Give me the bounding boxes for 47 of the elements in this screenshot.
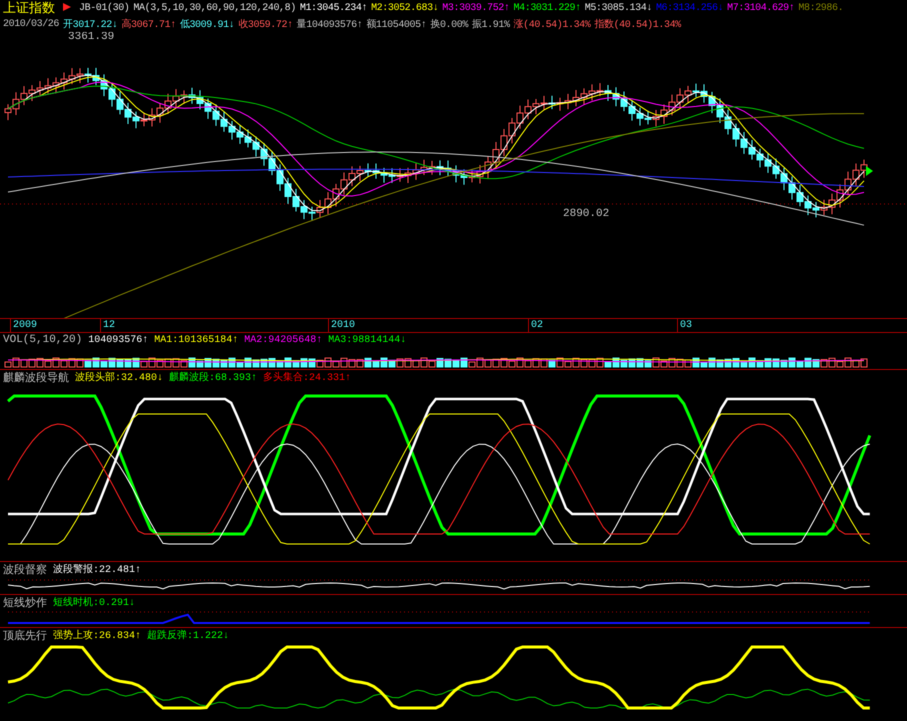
indicator-title: 波段督察 [3,562,47,576]
flag-icon [63,3,71,13]
quote-reading: 高3067.71↑ [121,18,176,31]
axis-label: 2010 [328,319,356,332]
indicator-title: 麒麟波段导航 [3,370,69,384]
quote-reading: 开3017.22↓ [63,18,118,31]
indicator-reading: M1:3045.234↑ [300,2,368,14]
indicator-reading: MA2:94205648↑ [244,334,322,346]
quote-reading: 额11054005↑ [366,18,426,31]
triangle-marker-icon [866,166,873,176]
indicator-reading: 波段警报:22.481↑ [53,562,142,576]
indicator-title: 短线炒作 [3,596,47,610]
axis-label: 2009 [10,319,38,332]
quote-reading: 量104093576↑ [296,18,362,31]
indicator-reading: M7:3104.629↑ [727,2,794,14]
quote-reading: 涨(40.54)1.34% [514,18,590,31]
quote-reading: 换0.00% [430,18,468,31]
index-name: 上证指数 [3,0,55,17]
indicator-reading: 波段头部:32.480↓ [75,370,164,384]
indicator-reading: JB-01(30) [79,2,130,14]
indicator-reading: 麒麟波段:68.393↑ [169,370,258,384]
indicator-reading: MA1:101365184↑ [154,334,238,346]
quote-reading: 振1.91% [472,18,510,31]
price-label: 3361.39 [68,32,114,43]
indicator-title: 顶底先行 [3,628,47,642]
quote-reading: 指数(40.54)1.34% [594,18,681,31]
indicator-reading: M8:2986. [798,2,844,14]
indicator-title: VOL(5,10,20) [3,334,82,346]
indicator-reading: M4:3031.229↑ [514,2,581,14]
price-label: 2890.02 [563,208,610,220]
axis-label: 02 [528,319,544,332]
quote-reading: 低3009.91↓ [180,18,234,31]
axis-label: 03 [677,319,692,332]
indicator-reading: M6:3134.256↓ [656,2,724,14]
quote-reading: 2010/03/26 [3,18,60,30]
quote-reading: 收3059.72↑ [238,18,293,31]
axis-label: 12 [100,319,116,332]
indicator-reading: 短线时机:0.291↓ [53,596,136,609]
indicator-reading: M3:3039.752↑ [442,2,510,14]
indicator-reading: M5:3085.134↓ [584,2,652,14]
indicator-reading: 多头集合:24.331↑ [263,370,352,384]
indicator-reading: 超跌反弹:1.222↓ [147,628,230,642]
indicator-reading: 强势上攻:26.834↑ [53,628,142,642]
indicator-reading: MA(3,5,10,30,60,90,120,240,8) [133,2,296,14]
indicator-reading: M2:3052.683↓ [371,2,438,14]
indicator-reading: MA3:98814144↓ [328,334,406,346]
indicator-reading: 104093576↑ [88,334,148,346]
